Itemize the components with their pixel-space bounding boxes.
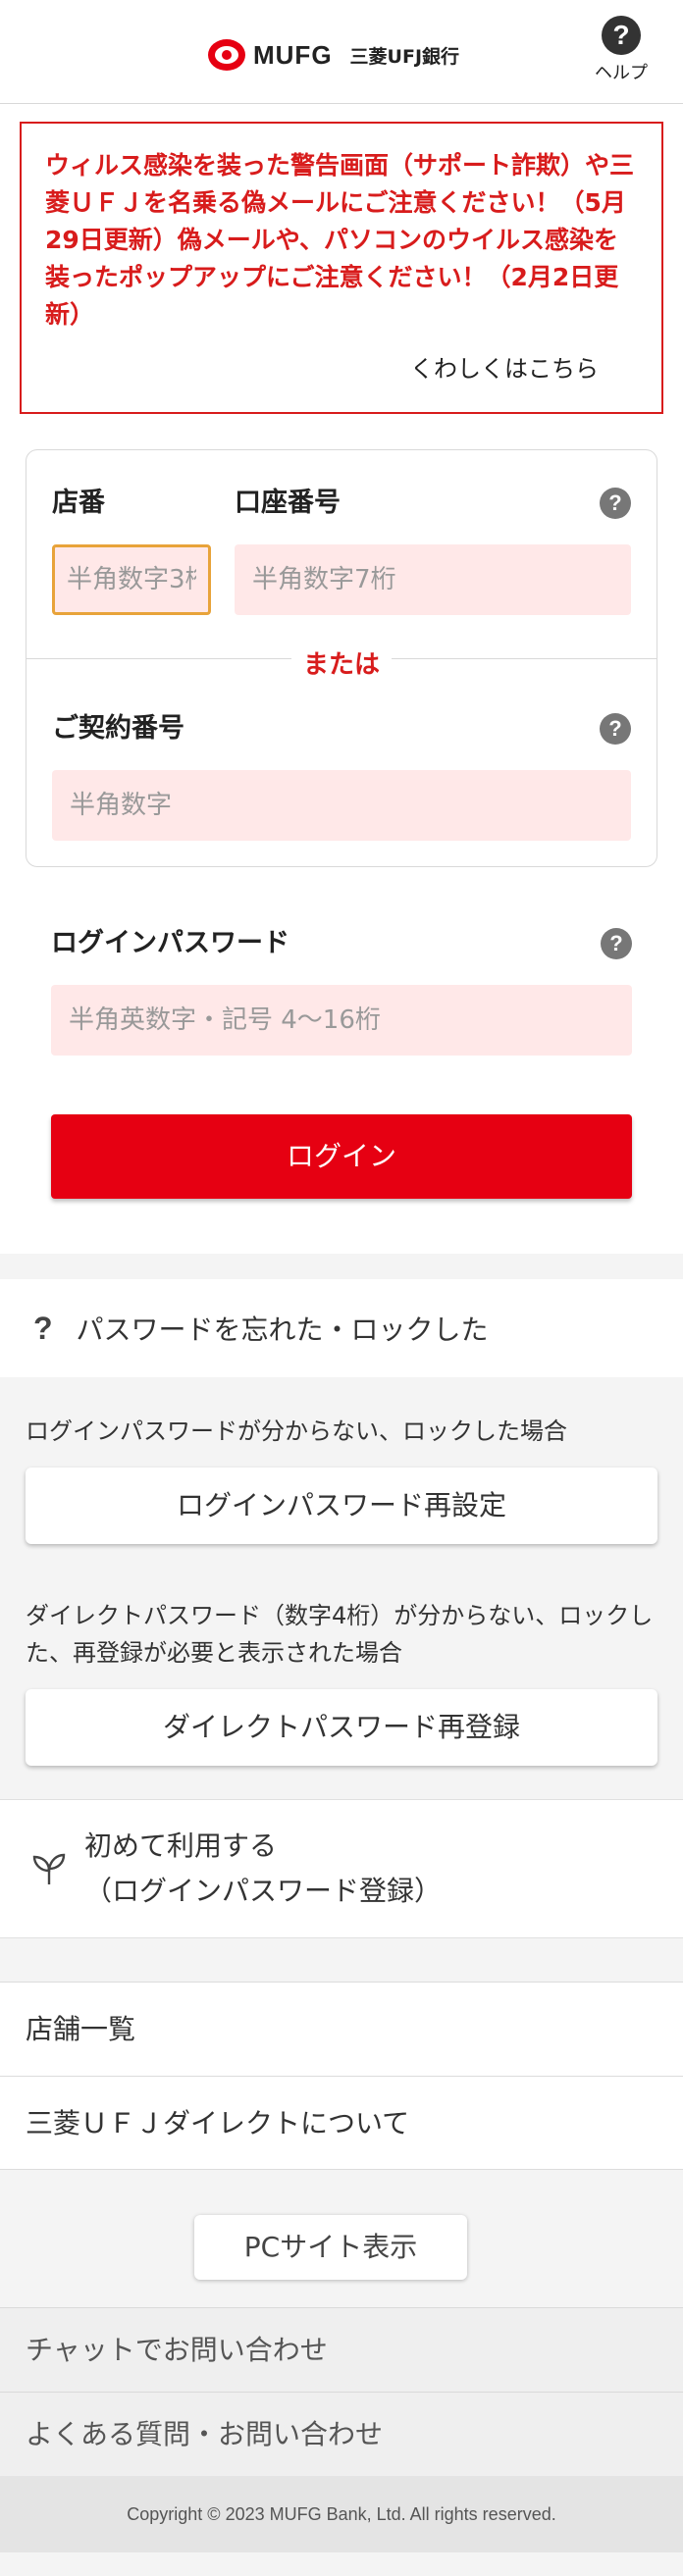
notice-section: ウィルス感染を装った警告画面（サポート詐欺）や三菱ＵＦＪを名乗る偽メールにご注意…: [0, 104, 683, 414]
account-number-label: 口座番号: [235, 488, 341, 518]
first-use-line2: （ログインパスワード登録）: [84, 1875, 443, 1907]
forgot-password-label: パスワードを忘れた・ロックした: [76, 1314, 489, 1346]
account-number-help-icon[interactable]: ?: [600, 488, 631, 519]
contract-number-help-icon[interactable]: ?: [600, 713, 631, 745]
contract-number-input[interactable]: [52, 770, 631, 841]
pc-site-button[interactable]: PCサイト表示: [194, 2215, 467, 2280]
or-divider: または: [26, 644, 657, 681]
question-icon: ?: [33, 1310, 53, 1346]
first-use-link[interactable]: 初めて利用する （ログインパスワード登録）: [0, 1799, 683, 1938]
store-number-label: 店番: [52, 488, 105, 518]
password-label: ログインパスワード: [51, 928, 289, 958]
copyright-footer: Copyright © 2023 MUFG Bank, Ltd. All rig…: [0, 2476, 683, 2552]
bank-name: 三菱UFJ銀行: [349, 45, 460, 68]
chat-contact-link[interactable]: チャットでお問い合わせ: [0, 2307, 683, 2392]
direct-password-reset-button[interactable]: ダイレクトパスワード再登録: [26, 1689, 657, 1766]
store-list-link[interactable]: 店舗一覧: [0, 1982, 683, 2076]
app-header: MUFG 三菱UFJ銀行 ? ヘルプ: [0, 0, 683, 104]
section-gap: [0, 1938, 683, 1982]
mufg-logo-icon: [208, 39, 245, 71]
password-input[interactable]: [51, 985, 632, 1056]
sprout-icon: [32, 1853, 66, 1884]
first-use-line1: 初めて利用する: [84, 1829, 278, 1862]
login-password-reset-button[interactable]: ログインパスワード再設定: [26, 1468, 657, 1544]
notice-box: ウィルス感染を装った警告画面（サポート詐欺）や三菱ＵＦＪを名乗る偽メールにご注意…: [20, 122, 663, 414]
direct-password-reset-desc: ダイレクトパスワード（数字4桁）が分からない、ロックした、再登録が必要と表示され…: [26, 1602, 654, 1667]
help-button[interactable]: ? ヘルプ: [589, 16, 654, 84]
help-icon: ?: [602, 16, 641, 55]
password-reset-section: ログインパスワードが分からない、ロックした場合 ログインパスワード再設定 ダイレ…: [0, 1377, 683, 1799]
help-label: ヘルプ: [595, 63, 648, 83]
account-number-input[interactable]: [235, 544, 631, 615]
store-number-input[interactable]: [52, 544, 211, 615]
account-card: 店番 口座番号 ? または ご契約番号 ?: [26, 449, 657, 867]
about-direct-link[interactable]: 三菱ＵＦＪダイレクトについて: [0, 2076, 683, 2170]
login-section: 店番 口座番号 ? または ご契約番号 ? ログインパスワード ?: [0, 414, 683, 1254]
notice-details-link[interactable]: くわしくはこちら: [45, 349, 638, 384]
faq-contact-link[interactable]: よくある質問・お問い合わせ: [0, 2392, 683, 2476]
login-button[interactable]: ログイン: [51, 1114, 632, 1199]
section-gap: [0, 1254, 683, 1279]
login-password-reset-desc: ログインパスワードが分からない、ロックした場合: [26, 1417, 567, 1445]
contract-number-label: ご契約番号: [52, 713, 184, 744]
pc-site-section: PCサイト表示: [0, 2170, 683, 2307]
brand-mark: MUFG: [253, 39, 333, 70]
mufg-logo[interactable]: MUFG 三菱UFJ銀行: [208, 37, 459, 73]
password-help-icon[interactable]: ?: [601, 928, 632, 959]
forgot-password-header: ? パスワードを忘れた・ロックした: [0, 1279, 683, 1377]
notice-text: ウィルス感染を装った警告画面（サポート詐欺）や三菱ＵＦＪを名乗る偽メールにご注意…: [45, 151, 635, 329]
or-text: または: [290, 644, 392, 681]
